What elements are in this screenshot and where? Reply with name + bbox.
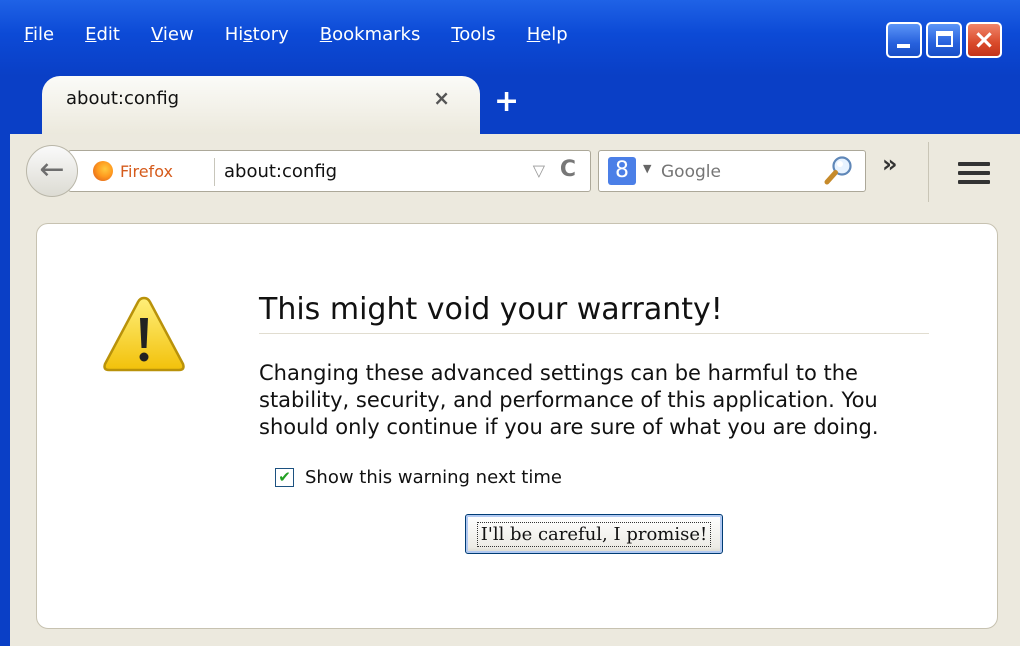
maximize-button[interactable] — [926, 22, 962, 58]
menu-bar: File Edit View History Bookmarks Tools H… — [24, 22, 599, 48]
identity-box[interactable]: Firefox — [93, 161, 173, 181]
show-warning-label[interactable]: Show this warning next time — [305, 467, 562, 488]
search-input[interactable] — [659, 156, 813, 188]
close-icon: × — [973, 25, 995, 55]
close-window-button[interactable]: × — [966, 22, 1002, 58]
accept-risk-label: I'll be careful, I promise! — [476, 521, 712, 547]
accept-risk-button[interactable]: I'll be careful, I promise! — [465, 514, 723, 554]
overflow-chevron-icon[interactable]: » — [882, 150, 898, 178]
menu-history-label: tory — [252, 24, 289, 45]
new-tab-button[interactable]: + — [494, 84, 519, 119]
search-icon[interactable] — [823, 154, 855, 186]
show-warning-option[interactable]: ✔ Show this warning next time — [275, 467, 562, 488]
url-separator — [214, 158, 215, 186]
firefox-icon — [93, 161, 113, 181]
menu-view-accel: V — [150, 24, 163, 45]
menu-bookmarks[interactable]: Bookmarks — [320, 22, 421, 48]
tab-close-icon[interactable]: × — [433, 86, 450, 110]
menu-bookmarks-accel: B — [319, 24, 333, 45]
show-warning-checkbox[interactable]: ✔ — [275, 468, 294, 487]
menu-tools-label: ools — [459, 24, 496, 45]
warning-message: Changing these advanced settings can be … — [259, 361, 879, 439]
menu-edit-accel: E — [85, 24, 97, 45]
title-divider — [259, 333, 929, 334]
menu-view[interactable]: View — [151, 22, 194, 48]
search-bar: 8 ▼ — [598, 150, 866, 192]
tab-about-config[interactable]: about:config × — [42, 76, 480, 134]
history-dropdown-icon[interactable]: ▽ — [533, 161, 545, 180]
menu-file[interactable]: File — [24, 22, 54, 48]
reload-icon[interactable]: C — [560, 157, 576, 182]
title-bar: File Edit View History Bookmarks Tools H… — [0, 0, 1020, 76]
warning-title: This might void your warranty! — [259, 292, 723, 327]
back-arrow-icon: ← — [39, 152, 65, 187]
hamburger-menu-icon[interactable] — [958, 162, 990, 189]
menu-help-accel: H — [526, 24, 541, 45]
menu-history-accel: s — [243, 24, 253, 45]
menu-view-label: iew — [162, 24, 194, 45]
menu-help-label: elp — [540, 24, 568, 45]
identity-label: Firefox — [120, 161, 173, 181]
menu-bookmarks-label: ookmarks — [332, 24, 421, 45]
google-plus-icon[interactable]: 8 — [608, 157, 636, 185]
maximize-icon — [936, 31, 953, 47]
minimize-icon — [897, 44, 910, 48]
menu-help[interactable]: Help — [527, 22, 568, 48]
toolbar-divider — [928, 142, 929, 202]
tab-title: about:config — [66, 88, 180, 109]
warning-card: This might void your warranty! Changing … — [36, 223, 998, 629]
menu-history[interactable]: History — [225, 22, 289, 48]
menu-edit-label: dit — [96, 24, 120, 45]
warning-icon — [103, 296, 185, 372]
url-bar[interactable]: Firefox about:config ▽ C — [68, 150, 591, 192]
url-text[interactable]: about:config — [224, 161, 337, 182]
search-engine-dropdown-icon[interactable]: ▼ — [643, 162, 651, 175]
menu-edit[interactable]: Edit — [85, 22, 120, 48]
menu-tools[interactable]: Tools — [451, 22, 495, 48]
navigation-toolbar: Firefox about:config ▽ C ← 8 ▼ » — [10, 134, 1020, 213]
back-button[interactable]: ← — [26, 145, 78, 197]
window-controls: × — [886, 22, 1002, 58]
menu-history-pre: Hi — [224, 24, 244, 45]
menu-file-accel: F — [24, 24, 34, 45]
minimize-button[interactable] — [886, 22, 922, 58]
content-area: This might void your warranty! Changing … — [10, 212, 1020, 646]
menu-file-label: ile — [33, 24, 55, 45]
